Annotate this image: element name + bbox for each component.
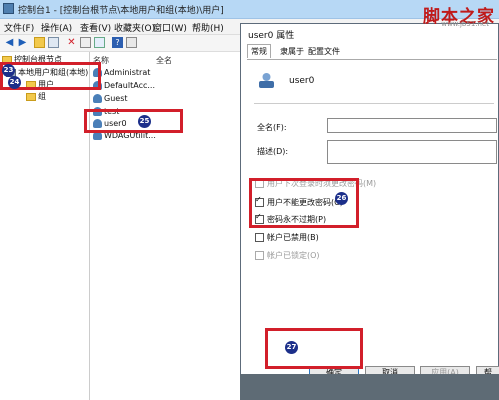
- window-title: 控制台1 - [控制台根节点\本地用户和组(本地)\用户]: [18, 6, 224, 16]
- description-label: 描述(D):: [257, 147, 289, 156]
- help-icon[interactable]: ?: [112, 37, 123, 48]
- highlight-box-ok: [265, 328, 363, 369]
- menu-view[interactable]: 查看(V): [80, 21, 111, 34]
- menu-favorites[interactable]: 收藏夹(O): [114, 21, 155, 34]
- user-icon: [93, 94, 102, 103]
- list-item[interactable]: DefaultAcc...: [93, 81, 155, 90]
- view-icon[interactable]: [126, 37, 137, 48]
- tree-icon[interactable]: [48, 37, 59, 48]
- tree-groups[interactable]: 组: [26, 91, 46, 102]
- menu-action[interactable]: 操作(A): [41, 21, 72, 34]
- console-icon: [3, 3, 14, 14]
- back-icon[interactable]: ◀: [4, 37, 15, 48]
- menu-file[interactable]: 文件(F): [4, 21, 34, 34]
- tab-general[interactable]: 常规: [247, 44, 271, 58]
- user-list-pane: 名称 全名 Administrat DefaultAcc... Guest te…: [90, 52, 240, 400]
- watermark-url: www.jb51.net: [441, 20, 489, 28]
- up-folder-icon[interactable]: [34, 37, 45, 48]
- list-item[interactable]: Administrat: [93, 68, 150, 77]
- user-name: user0: [289, 76, 315, 86]
- col-fullname-header[interactable]: 全名: [156, 55, 172, 66]
- fullname-label: 全名(F):: [257, 123, 287, 132]
- step-badge-27: 27: [285, 341, 298, 354]
- tab-divider: [247, 59, 497, 60]
- checkbox-account-disabled[interactable]: 帐户已禁用(B): [255, 232, 319, 243]
- tree-pane: 控制台根节点 本地用户和组(本地) 用户 组: [0, 52, 90, 400]
- checkbox-account-locked[interactable]: 帐户已锁定(O): [255, 250, 320, 261]
- fullname-field[interactable]: [327, 118, 497, 133]
- tab-profile[interactable]: 配置文件: [308, 46, 340, 57]
- delete-icon[interactable]: ✕: [66, 37, 77, 48]
- properties-icon[interactable]: [80, 37, 91, 48]
- step-badge-24: 24: [8, 76, 21, 89]
- checkbox-box: [255, 233, 264, 242]
- highlight-box-user0: [84, 109, 183, 133]
- list-item[interactable]: Guest: [93, 94, 128, 103]
- menu-help[interactable]: 帮助(H): [192, 21, 224, 34]
- checkbox-box: [255, 251, 264, 260]
- folder-icon: [26, 92, 36, 101]
- description-field[interactable]: [327, 140, 497, 164]
- step-badge-26: 26: [335, 192, 348, 205]
- user-icon: [259, 73, 274, 88]
- forward-icon[interactable]: ▶: [17, 37, 28, 48]
- dialog-title: user0 属性: [248, 31, 295, 41]
- tab-member-of[interactable]: 隶属于: [280, 46, 304, 57]
- export-icon[interactable]: [94, 37, 105, 48]
- divider: [254, 103, 494, 104]
- menu-window[interactable]: 窗口(W): [153, 21, 187, 34]
- step-badge-25: 25: [138, 115, 151, 128]
- desktop-background: [240, 374, 499, 400]
